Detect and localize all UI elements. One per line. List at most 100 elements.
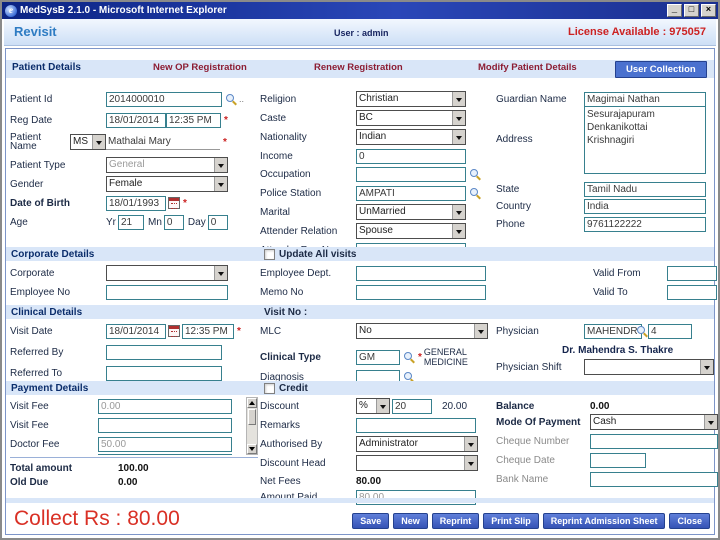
- religion-select[interactable]: Christian: [356, 91, 466, 107]
- remarks-input[interactable]: [356, 417, 476, 433]
- age-mn-input[interactable]: [163, 214, 184, 230]
- physician-no-input[interactable]: [648, 323, 692, 339]
- visit-date-input[interactable]: [106, 323, 166, 339]
- authorised-by-select[interactable]: Administrator: [356, 436, 478, 452]
- tab-renew-registration[interactable]: Renew Registration: [314, 62, 403, 73]
- chevron-down-icon[interactable]: [214, 266, 227, 280]
- patient-id-search-icon[interactable]: [225, 93, 237, 105]
- update-all-visits-checkbox[interactable]: [264, 248, 275, 260]
- occupation-input[interactable]: [356, 166, 466, 182]
- reprint-button[interactable]: Reprint: [431, 513, 480, 529]
- scroll-up-icon[interactable]: [247, 398, 257, 408]
- save-button[interactable]: Save: [352, 513, 390, 529]
- maximize-button[interactable]: □: [684, 4, 699, 17]
- patient-type-select[interactable]: General: [106, 157, 228, 173]
- guardian-name-input[interactable]: [584, 91, 706, 107]
- corporate-select[interactable]: [106, 265, 228, 281]
- chevron-down-icon[interactable]: [376, 399, 389, 413]
- gender-select[interactable]: Female: [106, 176, 228, 192]
- attender-relation-select[interactable]: Spouse: [356, 223, 466, 239]
- nationality-select[interactable]: Indian: [356, 129, 466, 145]
- chevron-down-icon[interactable]: [452, 205, 465, 219]
- chevron-down-icon[interactable]: [464, 456, 477, 470]
- physician-shift-select[interactable]: [584, 359, 714, 375]
- referred-to-input[interactable]: [106, 365, 222, 381]
- chevron-down-icon[interactable]: [452, 111, 465, 125]
- tab-modify-patient-details[interactable]: Modify Patient Details: [478, 62, 577, 73]
- phone-input[interactable]: [584, 216, 706, 232]
- required-asterisk: *: [418, 351, 422, 363]
- chevron-down-icon[interactable]: [474, 324, 487, 338]
- chevron-down-icon[interactable]: [214, 158, 227, 172]
- credit-checkbox[interactable]: [264, 382, 275, 394]
- address-textarea[interactable]: Sesurajapuram Denkanikottai Krishnagiri: [584, 106, 706, 174]
- patient-name-input[interactable]: [106, 134, 220, 150]
- chevron-down-icon[interactable]: [452, 92, 465, 106]
- valid-to-input[interactable]: [667, 284, 717, 300]
- police-station-search-icon[interactable]: [469, 187, 481, 199]
- tab-patient-details[interactable]: Patient Details: [12, 62, 81, 73]
- income-input[interactable]: [356, 148, 466, 164]
- user-collection-button[interactable]: User Collection: [615, 61, 707, 78]
- tab-new-op-registration[interactable]: New OP Registration: [153, 62, 247, 73]
- attender-relation-label: Attender Relation: [260, 225, 338, 237]
- chevron-down-icon[interactable]: [452, 130, 465, 144]
- fee-row-input[interactable]: [98, 436, 232, 452]
- discount-input[interactable]: [392, 398, 432, 414]
- state-input[interactable]: [584, 181, 706, 197]
- scrollbar-thumb[interactable]: [248, 409, 256, 425]
- clinical-type-input[interactable]: [356, 349, 400, 365]
- chevron-down-icon[interactable]: [452, 224, 465, 238]
- country-input[interactable]: [584, 198, 706, 214]
- close-button[interactable]: Close: [669, 513, 710, 529]
- reprint-admission-sheet-button[interactable]: Reprint Admission Sheet: [542, 513, 666, 529]
- valid-from-input[interactable]: [667, 265, 717, 281]
- memo-no-input[interactable]: [356, 284, 486, 300]
- bank-name-input[interactable]: [590, 471, 718, 487]
- marital-select[interactable]: UnMarried: [356, 204, 466, 220]
- age-yr-input[interactable]: [118, 214, 144, 230]
- referred-by-input[interactable]: [106, 344, 222, 360]
- reg-date-input[interactable]: [106, 112, 166, 128]
- cheque-date-input[interactable]: [590, 452, 646, 468]
- net-fees-value: 80.00: [356, 475, 382, 487]
- physician-search-icon[interactable]: [636, 325, 648, 337]
- chevron-down-icon[interactable]: [464, 437, 477, 451]
- clinical-type-search-icon[interactable]: [403, 351, 415, 363]
- print-slip-button[interactable]: Print Slip: [483, 513, 539, 529]
- reg-time-input[interactable]: [166, 112, 221, 128]
- fee-row-input[interactable]: [98, 398, 232, 414]
- chevron-down-icon[interactable]: [704, 415, 717, 429]
- physician-shift-label: Physician Shift: [496, 361, 562, 373]
- bank-name-label: Bank Name: [496, 473, 549, 485]
- occupation-search-icon[interactable]: [469, 168, 481, 180]
- scroll-down-icon[interactable]: [247, 444, 257, 454]
- patient-id-input[interactable]: [106, 91, 222, 107]
- fee-list-scrollbar[interactable]: [246, 397, 258, 455]
- caste-select[interactable]: BC: [356, 110, 466, 126]
- police-station-input[interactable]: [356, 185, 466, 201]
- minimize-button[interactable]: _: [667, 4, 682, 17]
- dob-calendar-icon[interactable]: [168, 197, 180, 209]
- employee-dept-input[interactable]: [356, 265, 486, 281]
- cheque-number-input[interactable]: [590, 433, 718, 449]
- visit-time-input[interactable]: [182, 323, 234, 339]
- chevron-down-icon[interactable]: [700, 360, 713, 374]
- new-button[interactable]: New: [393, 513, 428, 529]
- dob-input[interactable]: [106, 195, 166, 211]
- physician-input[interactable]: [584, 323, 642, 339]
- chevron-down-icon[interactable]: [214, 177, 227, 191]
- fee-row-input[interactable]: [98, 453, 232, 455]
- mode-of-payment-select[interactable]: Cash: [590, 414, 718, 430]
- employee-no-input[interactable]: [106, 284, 228, 300]
- mlc-select[interactable]: No: [356, 323, 488, 339]
- discount-head-select[interactable]: [356, 455, 478, 471]
- name-title-select[interactable]: MS: [70, 134, 106, 150]
- fee-row-input[interactable]: [98, 417, 232, 433]
- discount-unit-select[interactable]: %: [356, 398, 390, 414]
- close-window-button[interactable]: ×: [701, 4, 716, 17]
- age-day-input[interactable]: [207, 214, 228, 230]
- corporate-section: Corporate Employee Dept. Valid From Empl…: [10, 263, 718, 305]
- chevron-down-icon[interactable]: [92, 135, 105, 149]
- visit-date-calendar-icon[interactable]: [168, 325, 180, 337]
